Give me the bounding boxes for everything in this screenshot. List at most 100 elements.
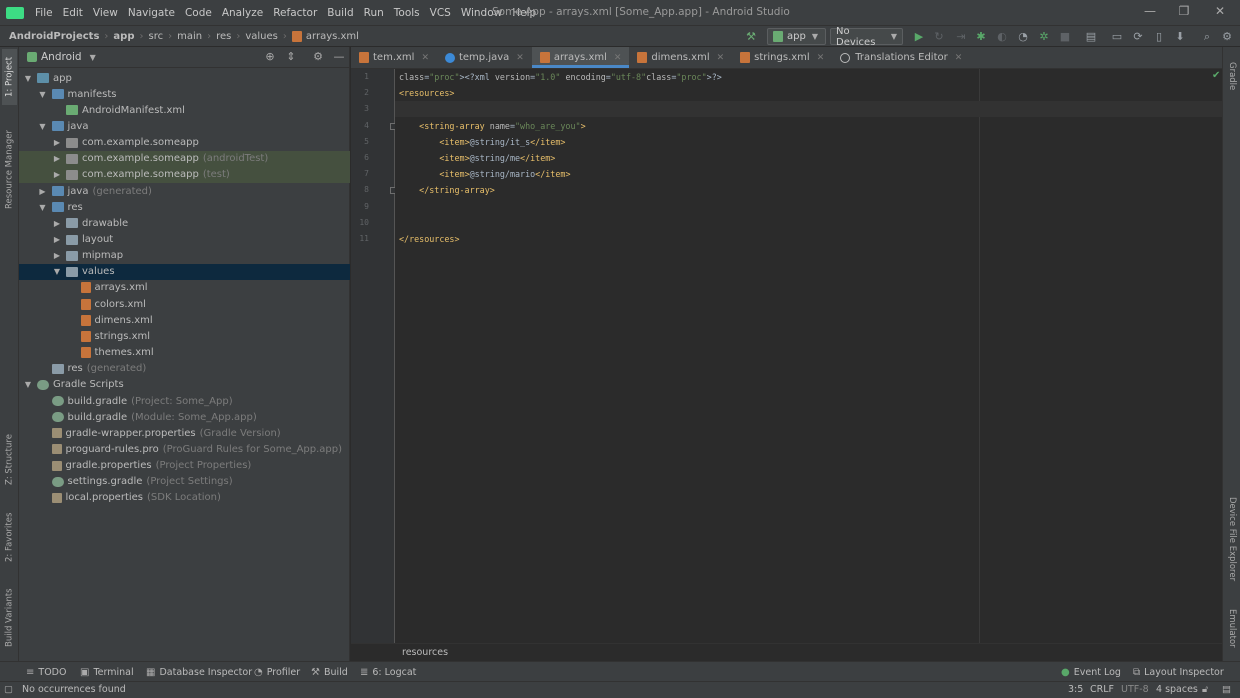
tree-node[interactable]: dimens.xml xyxy=(19,312,350,328)
tab-tem-xml[interactable]: tem.xml ✕ xyxy=(351,47,437,68)
close-icon[interactable]: ✕ xyxy=(955,53,963,63)
structure-tool-tab[interactable]: Z: Structure xyxy=(2,429,17,491)
database-inspector-tool-tab[interactable]: ▦ Database Inspector xyxy=(146,665,252,679)
tree-node[interactable]: res (generated) xyxy=(19,361,350,377)
close-window-button[interactable]: ✕ xyxy=(1210,4,1230,20)
tree-node[interactable]: AndroidManifest.xml xyxy=(19,102,350,118)
tree-node[interactable]: ▶ mipmap xyxy=(19,248,350,264)
tree-node[interactable]: build.gradle (Project: Some_App) xyxy=(19,393,350,409)
crumb-androidprojects[interactable]: AndroidProjects xyxy=(6,31,102,42)
gradle-tool-tab[interactable]: Gradle xyxy=(1225,53,1239,99)
tree-node[interactable]: ▼ java xyxy=(19,118,350,134)
tab-arrays-xml[interactable]: arrays.xml ✕ xyxy=(531,47,630,68)
menu-navigate[interactable]: Navigate xyxy=(123,7,180,19)
menu-code[interactable]: Code xyxy=(180,7,217,19)
close-icon[interactable]: ✕ xyxy=(516,53,524,63)
menu-analyze[interactable]: Analyze xyxy=(217,7,268,19)
editor-crumb-resources[interactable]: resources xyxy=(402,647,448,658)
chevron-right-icon[interactable]: ▶ xyxy=(52,219,62,228)
indent-setting[interactable]: 4 spaces xyxy=(1156,684,1198,695)
tree-node[interactable]: ▶ com.example.someapp xyxy=(19,135,350,151)
line-separator[interactable]: CRLF xyxy=(1090,684,1114,695)
chevron-right-icon[interactable]: ▶ xyxy=(52,138,62,147)
crumb-res[interactable]: res xyxy=(213,31,234,42)
menu-refactor[interactable]: Refactor xyxy=(268,7,322,19)
tab-temp-java[interactable]: temp.java ✕ xyxy=(437,47,532,68)
tab-translations-editor[interactable]: Translations Editor ✕ xyxy=(832,47,970,68)
device-file-explorer-tool-tab[interactable]: Device File Explorer xyxy=(1225,493,1239,585)
terminal-tool-tab[interactable]: ▣ Terminal xyxy=(80,665,134,679)
tree-node[interactable]: ▼ res xyxy=(19,199,350,215)
menu-vcs[interactable]: VCS xyxy=(425,7,456,19)
chevron-right-icon[interactable]: ▶ xyxy=(52,154,62,163)
tree-node[interactable]: themes.xml xyxy=(19,345,350,361)
hammer-icon[interactable]: ⚒ xyxy=(744,30,758,44)
tree-node[interactable]: local.properties (SDK Location) xyxy=(19,490,350,506)
menu-build[interactable]: Build xyxy=(322,7,358,19)
stop-icon[interactable]: ■ xyxy=(1058,30,1072,44)
editor-gutter[interactable]: 1 2 3 4 5 6 7 8 9 10 11 xyxy=(351,69,397,643)
chevron-down-icon[interactable]: ▼ xyxy=(38,122,48,131)
chevron-down-icon[interactable]: ▼ xyxy=(52,267,62,276)
chevron-down-icon[interactable]: ▼ xyxy=(23,74,33,83)
menu-tools[interactable]: Tools xyxy=(389,7,425,19)
caret-position[interactable]: 3:5 xyxy=(1068,684,1083,695)
tree-node[interactable]: proguard-rules.pro (ProGuard Rules for So… xyxy=(19,441,350,457)
run-icon[interactable]: ▶ xyxy=(912,30,926,44)
locate-file-icon[interactable]: ⊕ xyxy=(263,50,277,64)
close-icon[interactable]: ✕ xyxy=(614,53,622,63)
crumb-src[interactable]: src xyxy=(145,31,166,42)
resource-manager-tool-tab[interactable]: Resource Manager xyxy=(2,125,17,215)
tree-node[interactable]: ▶ drawable xyxy=(19,215,350,231)
tree-node[interactable]: ▶ com.example.someapp (androidTest) xyxy=(19,150,350,167)
tree-node[interactable]: settings.gradle (Project Settings) xyxy=(19,474,350,490)
menu-view[interactable]: View xyxy=(88,7,123,19)
avd-manager-icon[interactable]: ▯ xyxy=(1152,30,1166,44)
code-line[interactable]: <item>@string/it_s</item> xyxy=(399,134,565,150)
menu-file[interactable]: File xyxy=(30,7,58,19)
profile-icon[interactable]: ◔ xyxy=(1016,30,1030,44)
collapse-all-icon[interactable]: ⇕ xyxy=(284,50,298,64)
build-variants-tool-tab[interactable]: Build Variants xyxy=(2,583,17,653)
chevron-right-icon[interactable]: ▶ xyxy=(52,251,62,260)
code-line[interactable]: class="proc"><?xml version="1.0" encodin… xyxy=(399,69,722,85)
chevron-right-icon[interactable]: ▶ xyxy=(52,170,62,179)
hide-panel-icon[interactable]: — xyxy=(332,50,346,64)
tree-node[interactable]: colors.xml xyxy=(19,296,350,312)
tab-strings-xml[interactable]: strings.xml ✕ xyxy=(732,47,832,68)
maximize-button[interactable]: ❐ xyxy=(1174,4,1194,20)
build-tool-tab[interactable]: ⚒ Build xyxy=(311,665,348,679)
chevron-down-icon[interactable]: ▼ xyxy=(38,203,48,212)
sdk-manager-icon[interactable]: ⬇ xyxy=(1173,30,1187,44)
debug-icon[interactable]: ✱ xyxy=(974,30,988,44)
tree-node[interactable]: gradle.properties (Project Properties) xyxy=(19,458,350,474)
chevron-down-icon[interactable]: ▼ xyxy=(38,90,48,99)
menu-edit[interactable]: Edit xyxy=(58,7,88,19)
tree-node[interactable]: ▼ Gradle Scripts xyxy=(19,377,350,393)
event-log-tool-tab[interactable]: ● Event Log xyxy=(1061,665,1121,679)
toggle-tool-windows-icon[interactable]: ▢ xyxy=(4,684,13,695)
crumb-arrays-xml[interactable]: arrays.xml xyxy=(289,30,362,42)
layout-icon[interactable]: ▭ xyxy=(1110,30,1124,44)
lock-icon[interactable]: 🔓︎ xyxy=(1202,684,1208,695)
code-line[interactable]: <resources> xyxy=(399,85,454,101)
file-encoding[interactable]: UTF-8 xyxy=(1121,684,1149,695)
menu-run[interactable]: Run xyxy=(359,7,389,19)
todo-tool-tab[interactable]: ≡ TODO xyxy=(26,665,66,679)
code-line[interactable]: <string-array name="who_are_you"> xyxy=(399,118,585,134)
close-icon[interactable]: ✕ xyxy=(717,53,725,63)
project-view-selector[interactable]: Android xyxy=(41,51,82,63)
coverage-icon[interactable]: ◐ xyxy=(995,30,1009,44)
code-line[interactable]: <item>@string/me</item> xyxy=(399,150,555,166)
chevron-right-icon[interactable]: ▶ xyxy=(52,235,62,244)
gear-icon[interactable]: ⚙ xyxy=(1220,30,1234,44)
tree-node[interactable]: ▶ com.example.someapp (test) xyxy=(19,166,350,183)
chevron-down-icon[interactable]: ▼ xyxy=(23,380,33,389)
tree-node[interactable]: build.gradle (Module: Some_App.app) xyxy=(19,409,350,425)
logcat-tool-tab[interactable]: ≣ 6: Logcat xyxy=(360,665,416,679)
close-icon[interactable]: ✕ xyxy=(421,53,429,63)
tree-node[interactable]: strings.xml xyxy=(19,328,350,344)
project-tool-tab[interactable]: 1: Project xyxy=(2,49,17,105)
run-config-dropdown[interactable]: app ▼ xyxy=(767,28,826,45)
inspection-ok-icon[interactable]: ✔ xyxy=(1212,70,1220,81)
